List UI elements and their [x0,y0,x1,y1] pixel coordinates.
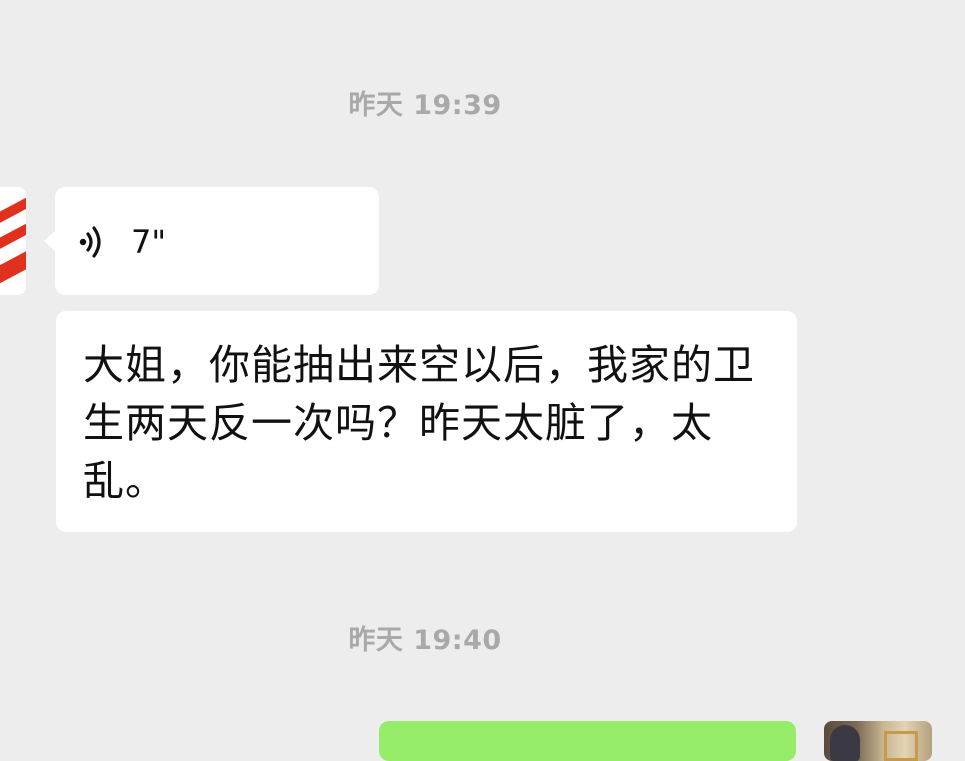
voice-wave-icon [79,226,101,258]
self-avatar[interactable] [824,721,932,761]
message-text: 大姐，你能抽出来空以后，我家的卫生两天反一次吗？昨天太脏了，太乱。 [83,341,755,505]
chat-timestamp: 昨天 19:39 [348,90,502,121]
chat-timestamp: 昨天 19:40 [348,625,502,656]
avatar-person [830,725,860,761]
text-message-bubble[interactable]: 大姐，你能抽出来空以后，我家的卫生两天反一次吗？昨天太脏了，太乱。 [56,311,797,532]
avatar-picture-frame [884,731,918,761]
avatar-stripe [0,249,26,293]
voice-duration: 7" [131,223,167,261]
voice-message-bubble[interactable]: 7" [44,187,379,295]
outgoing-message-bubble[interactable] [379,721,796,761]
contact-avatar[interactable] [0,187,26,295]
